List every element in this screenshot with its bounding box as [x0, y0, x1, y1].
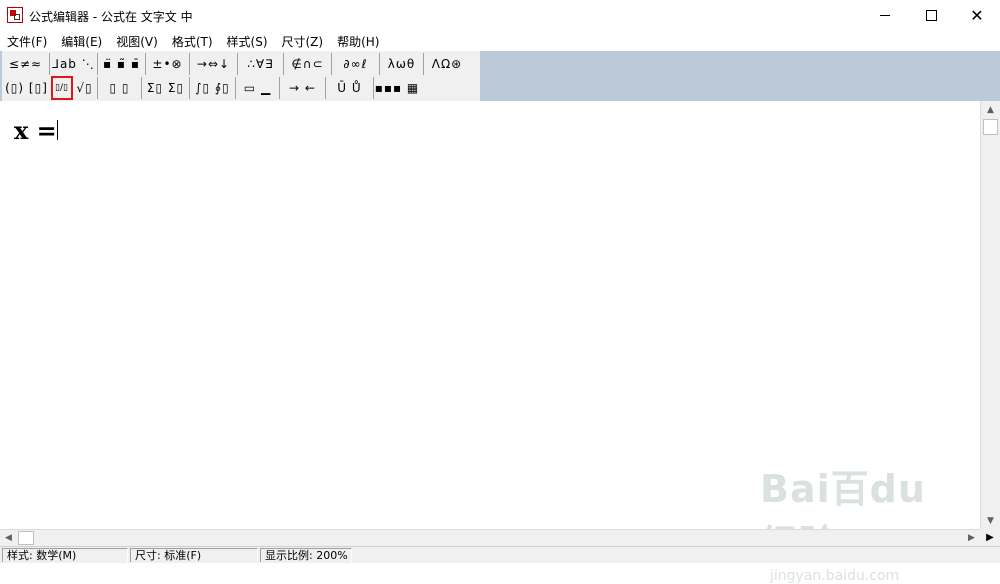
integral-icon: ∫▯ ∮▯ [195, 81, 230, 95]
watermark-url: jingyan.baidu.com [770, 568, 900, 584]
equation-text[interactable]: x = [14, 116, 57, 145]
toolbar-background: ≤≠≈ ⅃ab ⋱ ▪̈ ▪̃ ▪̄ ±•⊗ →⇔↓ ∴∀∃ ∉∩⊂ ∂∞ℓ λ… [0, 51, 1000, 101]
close-icon: ✕ [970, 6, 984, 25]
product-icon: Ū Ů [337, 81, 362, 95]
relations-button[interactable]: ≤≠≈ [2, 53, 50, 75]
fence-templates-button[interactable]: (▯) [▯] [2, 77, 52, 99]
fraction-icon: ▯/▯ [55, 83, 68, 93]
menu-format[interactable]: 格式(T) [165, 31, 220, 51]
arrows-icon: →⇔↓ [196, 57, 231, 71]
matrix-button[interactable]: ▪▪▪ ▦ [374, 77, 420, 99]
logic-icon: ∴∀∃ [247, 57, 274, 71]
menu-style[interactable]: 样式(S) [220, 31, 275, 51]
status-bar: 样式: 数学(M) 尺寸: 标准(F) 显示比例: 200% [0, 546, 1000, 563]
summation-button[interactable]: Σ▯ Σ▯ [142, 77, 190, 99]
operators-icon: ±•⊗ [152, 57, 183, 71]
scroll-down-icon[interactable]: ▼ [981, 512, 1000, 529]
misc-symbols-icon: ∂∞ℓ [343, 57, 368, 71]
logic-button[interactable]: ∴∀∃ [238, 53, 284, 75]
greek-upper-icon: ΛΩ⊛ [431, 57, 463, 71]
integral-button[interactable]: ∫▯ ∮▯ [190, 77, 236, 99]
fraction-button[interactable]: ▯/▯ [51, 76, 73, 100]
products-button[interactable]: Ū Ů [326, 77, 374, 99]
symbol-toolbar: ≤≠≈ ⅃ab ⋱ ▪̈ ▪̃ ▪̄ ±•⊗ →⇔↓ ∴∀∃ ∉∩⊂ ∂∞ℓ λ… [2, 51, 480, 101]
menu-size[interactable]: 尺寸(Z) [275, 31, 331, 51]
menu-edit[interactable]: 编辑(E) [54, 31, 109, 51]
text-cursor [57, 120, 58, 140]
maximize-icon [925, 10, 937, 21]
scroll-corner-icon: ▶ [980, 529, 1000, 546]
labeled-arrows-button[interactable]: → ← [280, 77, 326, 99]
vertical-scroll-thumb[interactable] [983, 119, 998, 135]
scroll-left-icon[interactable]: ◀ [0, 530, 17, 546]
summation-icon: Σ▯ Σ▯ [146, 81, 185, 95]
relations-icon: ≤≠≈ [8, 57, 43, 71]
greek-lower-icon: λωθ [387, 57, 416, 71]
window-title: 公式编辑器 - 公式在 文字文 中 [29, 10, 193, 24]
labeled-arrow-icon: → ← [289, 81, 316, 95]
toolbar-row-symbols: ≤≠≈ ⅃ab ⋱ ▪̈ ▪̃ ▪̄ ±•⊗ →⇔↓ ∴∀∃ ∉∩⊂ ∂∞ℓ λ… [2, 52, 470, 76]
greek-lower-button[interactable]: λωθ [380, 53, 424, 75]
set-theory-button[interactable]: ∉∩⊂ [284, 53, 332, 75]
embellishments-icon: ▪̈ ▪̃ ▪̄ [102, 57, 141, 71]
greek-upper-button[interactable]: ΛΩ⊛ [424, 53, 470, 75]
baidu-watermark: Bai百du 经验 jingyan.baidu.com [760, 458, 950, 584]
close-button[interactable]: ✕ [954, 0, 1000, 31]
status-style: 样式: 数学(M) [2, 548, 128, 562]
title-bar: 公式编辑器 - 公式在 文字文 中 ✕ [0, 0, 1000, 31]
horizontal-scroll-thumb[interactable] [18, 531, 34, 545]
radical-icon: √▯ [76, 81, 93, 95]
embellishments-button[interactable]: ▪̈ ▪̃ ▪̄ [98, 53, 146, 75]
matrix-icon: ▪▪▪ ▦ [374, 81, 420, 95]
scroll-up-icon[interactable]: ▲ [981, 101, 1000, 118]
maximize-button[interactable] [908, 0, 954, 31]
spaces-icon: ⅃ab ⋱ [52, 57, 95, 71]
horizontal-scrollbar[interactable]: ◀ ▶ [0, 529, 980, 546]
arrows-button[interactable]: →⇔↓ [190, 53, 238, 75]
menu-view[interactable]: 视图(V) [109, 31, 165, 51]
status-size: 尺寸: 标准(F) [130, 548, 258, 562]
underbar-overbar-button[interactable]: ▭ ▁ [236, 77, 280, 99]
subscript-icon: ▯ ▯ [109, 81, 130, 95]
subscript-templates-button[interactable]: ▯ ▯ [98, 77, 142, 99]
vertical-scrollbar[interactable]: ▲ ▼ [980, 101, 1000, 529]
misc-symbols-button[interactable]: ∂∞ℓ [332, 53, 380, 75]
menu-bar: 文件(F) 编辑(E) 视图(V) 格式(T) 样式(S) 尺寸(Z) 帮助(H… [0, 31, 1000, 51]
toolbar-row-templates: (▯) [▯] ▯/▯ √▯ ▯ ▯ Σ▯ Σ▯ ∫▯ ∮▯ ▭ ▁ → ← Ū… [2, 76, 420, 100]
spaces-ellipses-button[interactable]: ⅃ab ⋱ [50, 53, 98, 75]
radical-button[interactable]: √▯ [72, 77, 98, 99]
fence-icon: (▯) [▯] [5, 81, 48, 95]
menu-file[interactable]: 文件(F) [0, 31, 54, 51]
set-theory-icon: ∉∩⊂ [291, 57, 324, 71]
menu-help[interactable]: 帮助(H) [330, 31, 386, 51]
operators-button[interactable]: ±•⊗ [146, 53, 190, 75]
minimize-button[interactable] [862, 0, 908, 31]
overbar-icon: ▭ ▁ [243, 81, 272, 95]
minimize-icon [880, 15, 890, 16]
app-icon[interactable] [7, 7, 23, 23]
status-zoom: 显示比例: 200% [260, 548, 352, 562]
scroll-right-icon[interactable]: ▶ [963, 530, 980, 546]
